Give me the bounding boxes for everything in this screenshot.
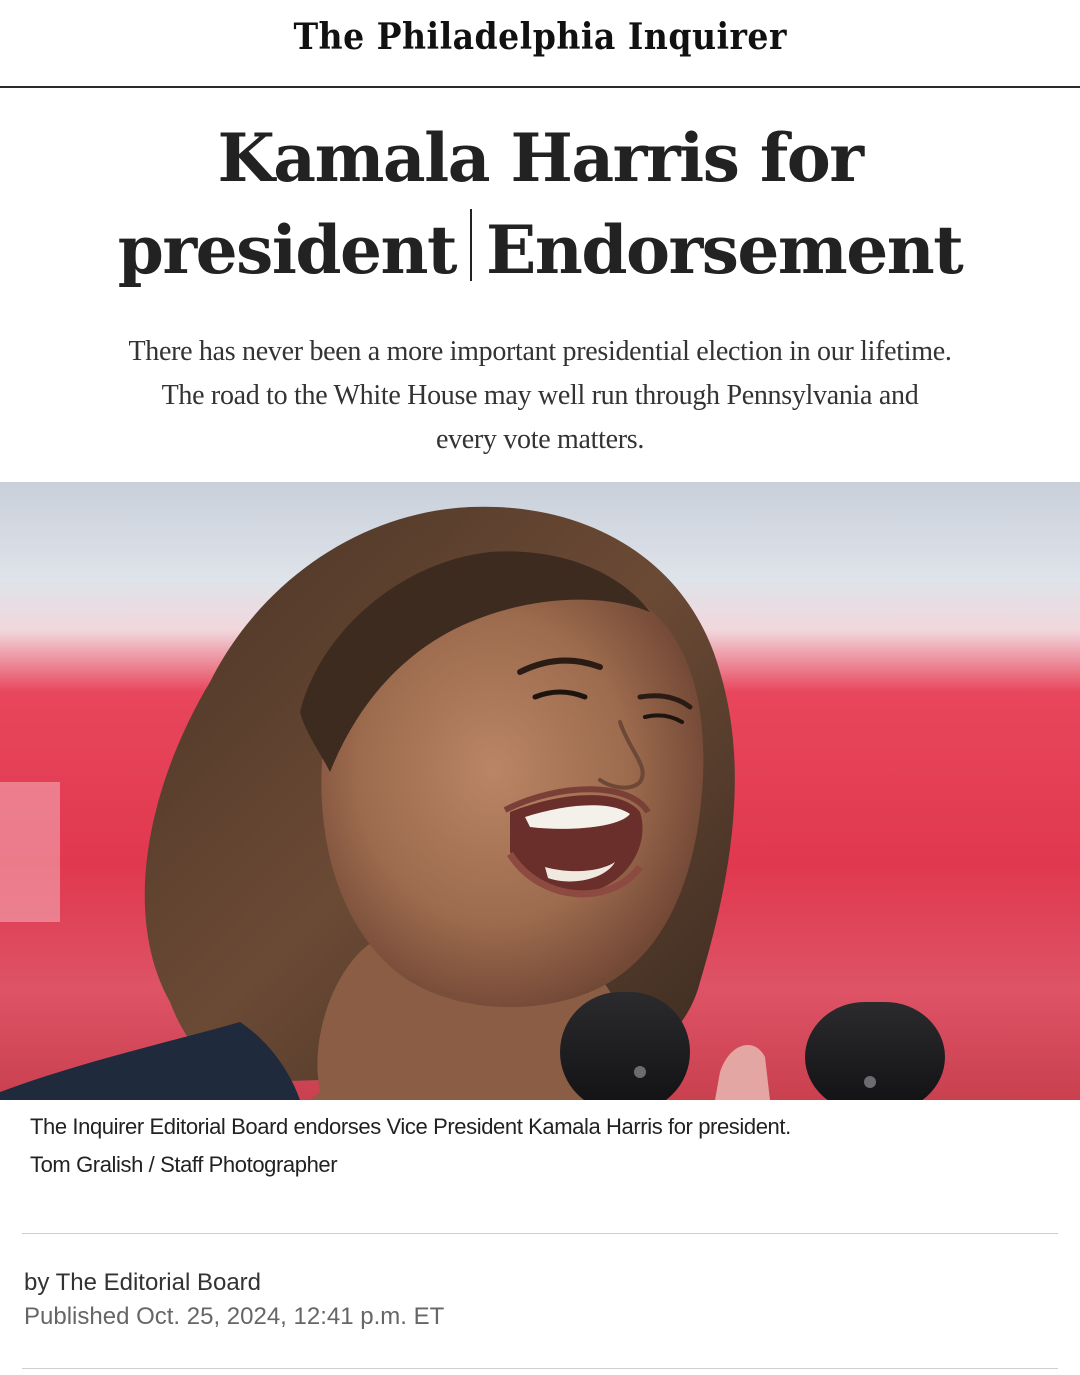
published-date: Published Oct. 25, 2024, 12:41 p.m. ET: [24, 1303, 445, 1330]
photo-caption: The Inquirer Editorial Board endorses Vi…: [30, 1108, 1050, 1184]
divider-top: [22, 1233, 1058, 1234]
caption-text: The Inquirer Editorial Board endorses Vi…: [30, 1114, 791, 1139]
dek-line-2: The road to the White House may well run…: [161, 380, 919, 411]
lead-photo[interactable]: [0, 482, 1080, 1100]
article-dek: There has never been a more important pr…: [60, 330, 1020, 462]
photo-credit: Tom Gralish / Staff Photographer: [30, 1152, 338, 1177]
divider-bottom: [22, 1368, 1058, 1369]
article-headline: Kamala Harris for president Endorsement: [40, 112, 1040, 296]
masthead: The Philadelphia Inquirer: [0, 0, 1080, 88]
dek-line-1: There has never been a more important pr…: [128, 336, 952, 367]
headline-word-president: president: [117, 211, 458, 289]
headline-line-2: president Endorsement: [40, 204, 1040, 296]
dek-line-3: every vote matters.: [435, 424, 645, 455]
lead-photo-image: [0, 482, 1080, 1100]
headline-separator: [470, 209, 473, 281]
headline-line-1: Kamala Harris for: [217, 119, 864, 197]
byline-block: by The Editorial Board Published Oct. 25…: [24, 1266, 1024, 1334]
masthead-logo[interactable]: The Philadelphia Inquirer: [293, 16, 786, 58]
headline-section-label: Endorsement: [486, 211, 964, 289]
byline-author[interactable]: by The Editorial Board: [24, 1266, 1024, 1300]
